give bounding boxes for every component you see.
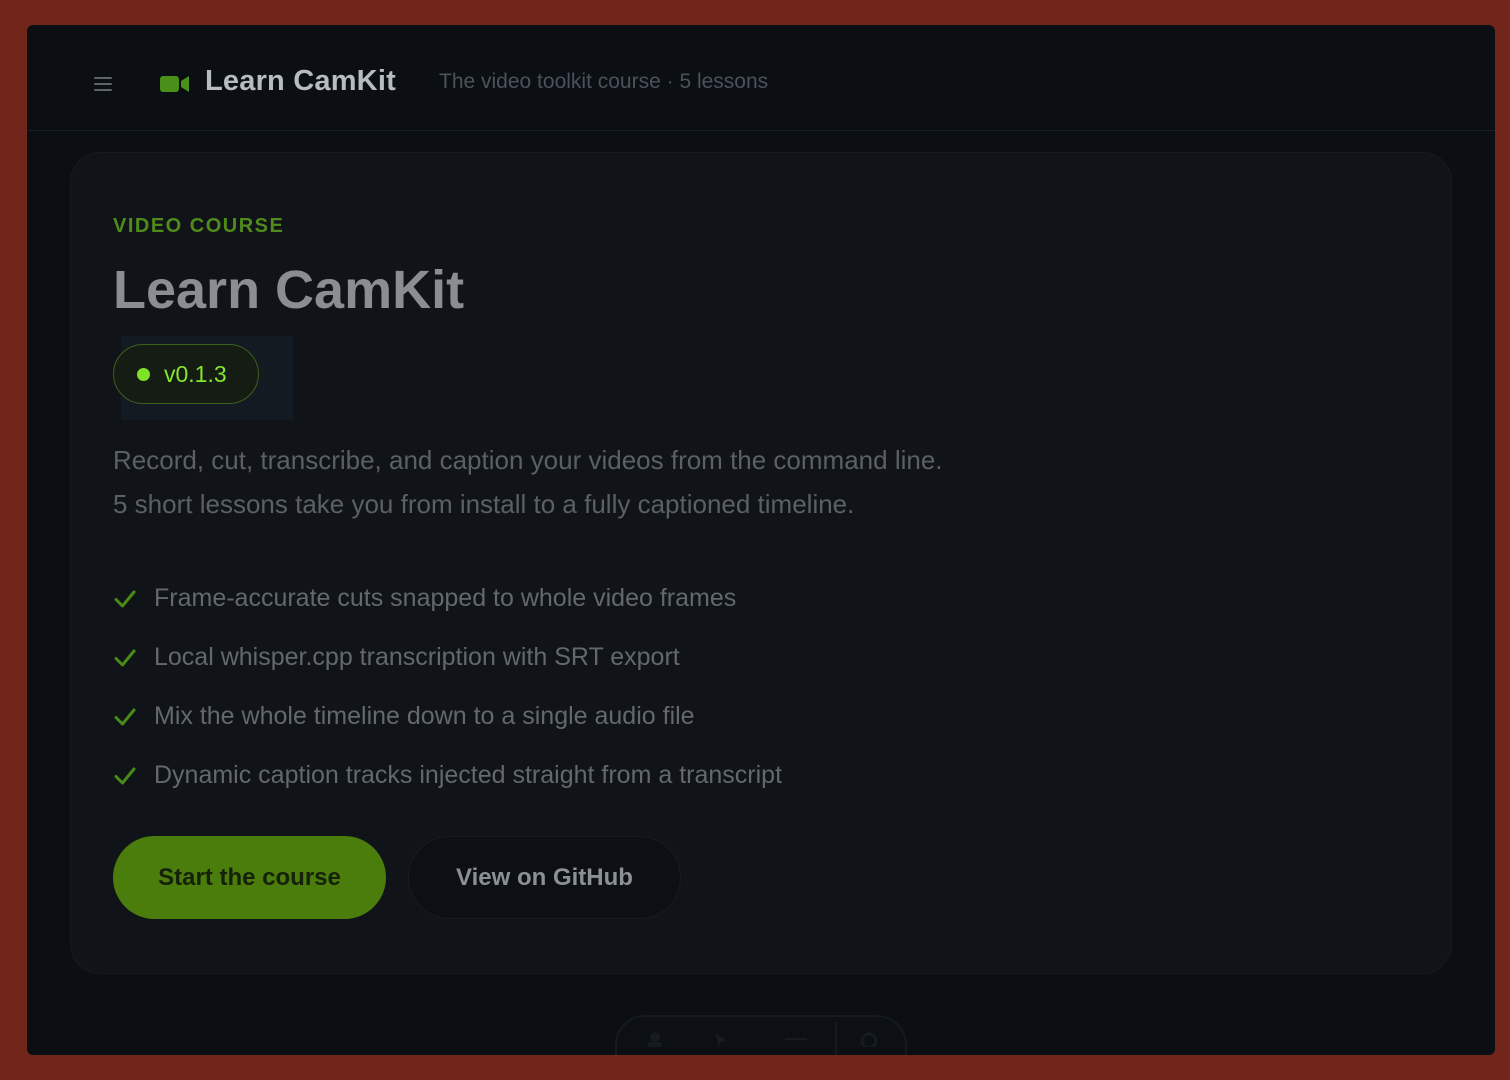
app-subtitle: The video toolkit course · 5 lessons <box>439 70 769 93</box>
version-badge: v0.1.3 <box>113 344 259 404</box>
minus-icon[interactable] <box>783 1031 807 1047</box>
feature-text: Frame-accurate cuts snapped to whole vid… <box>154 584 737 612</box>
check-icon <box>114 767 136 784</box>
video-camera-icon <box>160 76 189 92</box>
user-icon[interactable] <box>643 1031 667 1047</box>
feature-text: Mix the whole timeline down to a single … <box>154 702 695 730</box>
version-label: v0.1.3 <box>164 360 227 387</box>
feature-item: Dynamic caption tracks injected straight… <box>113 746 782 805</box>
description-line-2: 5 short lessons take you from install to… <box>113 489 855 519</box>
course-hero-card: VIDEO COURSE Learn CamKit v0.1.3 Record,… <box>70 152 1452 974</box>
dock-divider <box>835 1021 837 1055</box>
feature-list: Frame-accurate cuts snapped to whole vid… <box>113 569 782 805</box>
description-line-1: Record, cut, transcribe, and caption you… <box>113 445 943 475</box>
hamburger-menu-icon[interactable] <box>94 77 112 91</box>
view-on-github-button[interactable]: View on GitHub <box>408 836 681 919</box>
bottom-dock <box>615 1015 907 1055</box>
feature-text: Dynamic caption tracks injected straight… <box>154 761 783 789</box>
settings-gear-icon[interactable] <box>857 1031 881 1047</box>
check-icon <box>114 708 136 725</box>
cursor-icon[interactable] <box>709 1031 733 1047</box>
feature-text: Local whisper.cpp transcription with SRT… <box>154 643 680 671</box>
top-bar: Learn CamKit The video toolkit course · … <box>27 25 1495 131</box>
check-icon <box>114 649 136 666</box>
feature-item: Local whisper.cpp transcription with SRT… <box>113 628 782 687</box>
hero-title: Learn CamKit <box>113 260 465 320</box>
app-title[interactable]: Learn CamKit <box>205 65 396 98</box>
start-course-button[interactable]: Start the course <box>113 836 386 919</box>
app-window: Learn CamKit The video toolkit course · … <box>27 25 1495 1055</box>
check-icon <box>114 590 136 607</box>
status-dot-icon <box>137 367 150 381</box>
eyebrow-label: VIDEO COURSE <box>113 215 285 237</box>
hero-description: Record, cut, transcribe, and caption you… <box>113 438 1113 526</box>
feature-item: Mix the whole timeline down to a single … <box>113 687 782 746</box>
feature-item: Frame-accurate cuts snapped to whole vid… <box>113 569 782 628</box>
